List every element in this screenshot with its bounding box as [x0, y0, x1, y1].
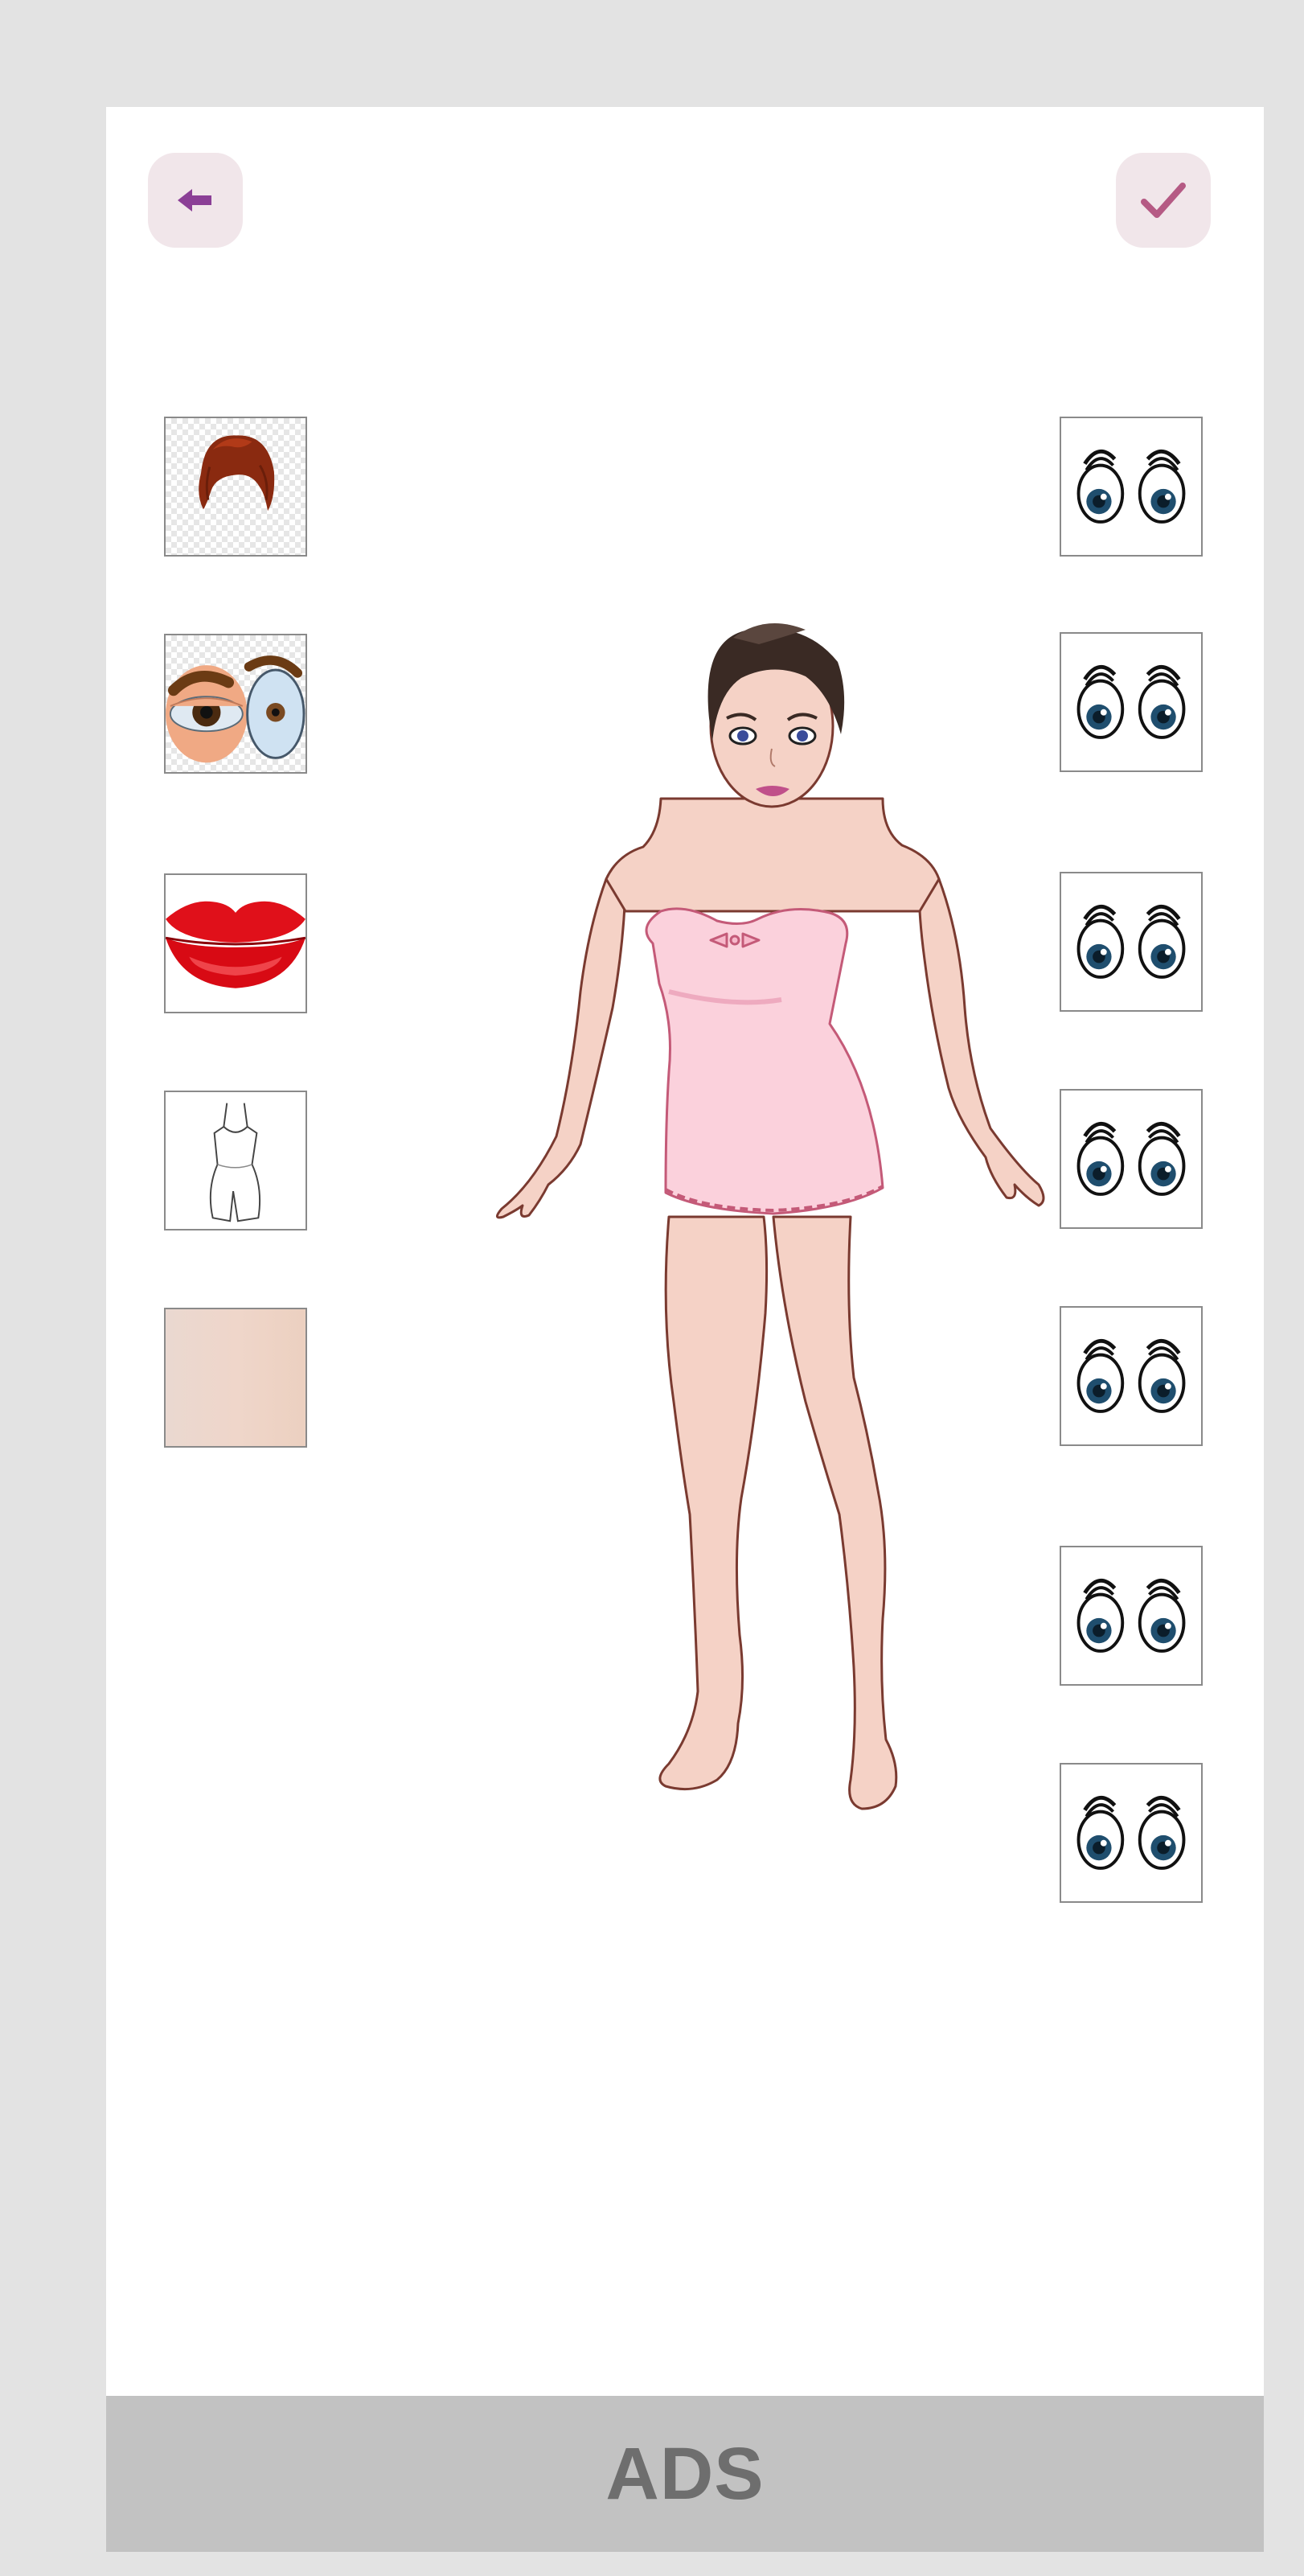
hair-option[interactable]	[164, 417, 307, 557]
skin-tone-icon	[166, 1309, 305, 1446]
back-button[interactable]	[148, 153, 243, 248]
doll-figure	[496, 623, 1045, 1810]
eyes-style-option[interactable]	[164, 634, 307, 774]
ads-banner[interactable]: ADS	[106, 2396, 1264, 2552]
skin-tone-option[interactable]	[164, 1308, 307, 1448]
arrow-left-icon	[178, 189, 211, 212]
checkmark-icon	[1141, 183, 1186, 218]
confirm-button[interactable]	[1116, 153, 1211, 248]
dress-icon	[209, 1103, 261, 1222]
dress-option[interactable]	[164, 1091, 307, 1230]
hair-icon	[199, 435, 275, 512]
eyes-style-icon	[166, 655, 305, 763]
dress-up-screen: ADS	[106, 107, 1264, 2552]
lips-icon	[166, 901, 305, 988]
lips-option[interactable]	[164, 873, 307, 1013]
ads-label: ADS	[605, 2432, 765, 2515]
